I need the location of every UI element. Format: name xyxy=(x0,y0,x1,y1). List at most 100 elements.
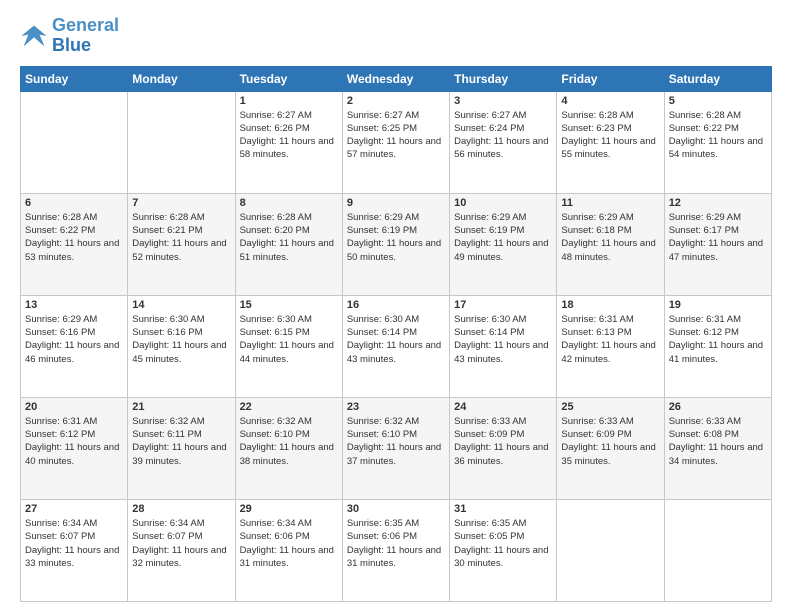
day-number: 26 xyxy=(669,401,767,413)
day-number: 30 xyxy=(347,503,445,515)
day-number: 22 xyxy=(240,401,338,413)
day-cell: 12 Sunrise: 6:29 AM Sunset: 6:17 PM Dayli… xyxy=(664,193,771,295)
day-number: 12 xyxy=(669,197,767,209)
day-cell: 13 Sunrise: 6:29 AM Sunset: 6:16 PM Dayli… xyxy=(21,295,128,397)
day-cell: 7 Sunrise: 6:28 AM Sunset: 6:21 PM Daylig… xyxy=(128,193,235,295)
day-number: 19 xyxy=(669,299,767,311)
day-number: 27 xyxy=(25,503,123,515)
day-cell: 2Sunrise: 6:27 AM Sunset: 6:25 PM Daylig… xyxy=(342,91,449,193)
week-row-1: 1 Sunrise: 6:27 AM Sunset: 6:26 PM Daylig… xyxy=(21,91,772,193)
logo-icon xyxy=(20,22,48,50)
day-info: Sunrise: 6:27 AM Sunset: 6:24 PM Dayligh… xyxy=(454,109,552,162)
day-cell: 22 Sunrise: 6:32 AM Sunset: 6:10 PM Dayli… xyxy=(235,397,342,499)
day-cell: 19 Sunrise: 6:31 AM Sunset: 6:12 PM Dayli… xyxy=(664,295,771,397)
weekday-header-sunday: Sunday xyxy=(21,66,128,91)
day-cell: 8Sunrise: 6:28 AM Sunset: 6:20 PM Daylig… xyxy=(235,193,342,295)
day-cell: 10 Sunrise: 6:29 AM Sunset: 6:19 PM Dayli… xyxy=(450,193,557,295)
day-info: Sunrise: 6:29 AM Sunset: 6:18 PM Dayligh… xyxy=(561,211,659,264)
day-cell: 25 Sunrise: 6:33 AM Sunset: 6:09 PM Dayli… xyxy=(557,397,664,499)
day-info: Sunrise: 6:31 AM Sunset: 6:12 PM Dayligh… xyxy=(669,313,767,366)
page: General Blue SundayMondayTuesdayWednesda… xyxy=(0,0,792,612)
day-info: Sunrise: 6:34 AM Sunset: 6:07 PM Dayligh… xyxy=(25,517,123,570)
weekday-header-friday: Friday xyxy=(557,66,664,91)
day-number: 11 xyxy=(561,197,659,209)
day-number: 29 xyxy=(240,503,338,515)
day-number: 5 xyxy=(669,95,767,107)
day-number: 16 xyxy=(347,299,445,311)
day-info: Sunrise: 6:27 AM Sunset: 6:26 PM Dayligh… xyxy=(240,109,338,162)
day-info: Sunrise: 6:30 AM Sunset: 6:14 PM Dayligh… xyxy=(454,313,552,366)
day-number: 31 xyxy=(454,503,552,515)
day-number: 20 xyxy=(25,401,123,413)
logo-text: General Blue xyxy=(52,16,119,56)
day-number: 28 xyxy=(132,503,230,515)
day-info: Sunrise: 6:30 AM Sunset: 6:14 PM Dayligh… xyxy=(347,313,445,366)
week-row-2: 6 Sunrise: 6:28 AM Sunset: 6:22 PM Daylig… xyxy=(21,193,772,295)
day-cell xyxy=(664,499,771,601)
day-info: Sunrise: 6:32 AM Sunset: 6:11 PM Dayligh… xyxy=(132,415,230,468)
day-number: 1 xyxy=(240,95,338,107)
day-cell: 24Sunrise: 6:33 AM Sunset: 6:09 PM Dayli… xyxy=(450,397,557,499)
day-number: 9 xyxy=(347,197,445,209)
day-info: Sunrise: 6:29 AM Sunset: 6:17 PM Dayligh… xyxy=(669,211,767,264)
day-number: 13 xyxy=(25,299,123,311)
day-info: Sunrise: 6:31 AM Sunset: 6:12 PM Dayligh… xyxy=(25,415,123,468)
day-info: Sunrise: 6:31 AM Sunset: 6:13 PM Dayligh… xyxy=(561,313,659,366)
day-cell: 29Sunrise: 6:34 AM Sunset: 6:06 PM Dayli… xyxy=(235,499,342,601)
day-info: Sunrise: 6:29 AM Sunset: 6:19 PM Dayligh… xyxy=(347,211,445,264)
calendar: SundayMondayTuesdayWednesdayThursdayFrid… xyxy=(20,66,772,602)
day-number: 10 xyxy=(454,197,552,209)
logo: General Blue xyxy=(20,16,119,56)
day-info: Sunrise: 6:35 AM Sunset: 6:06 PM Dayligh… xyxy=(347,517,445,570)
day-info: Sunrise: 6:28 AM Sunset: 6:22 PM Dayligh… xyxy=(669,109,767,162)
day-info: Sunrise: 6:30 AM Sunset: 6:15 PM Dayligh… xyxy=(240,313,338,366)
weekday-header-saturday: Saturday xyxy=(664,66,771,91)
weekday-header-thursday: Thursday xyxy=(450,66,557,91)
day-number: 3 xyxy=(454,95,552,107)
day-number: 7 xyxy=(132,197,230,209)
day-number: 18 xyxy=(561,299,659,311)
day-cell: 5 Sunrise: 6:28 AM Sunset: 6:22 PM Daylig… xyxy=(664,91,771,193)
day-cell: 21 Sunrise: 6:32 AM Sunset: 6:11 PM Dayli… xyxy=(128,397,235,499)
header: General Blue xyxy=(20,16,772,56)
day-number: 17 xyxy=(454,299,552,311)
day-cell: 26 Sunrise: 6:33 AM Sunset: 6:08 PM Dayli… xyxy=(664,397,771,499)
day-info: Sunrise: 6:33 AM Sunset: 6:09 PM Dayligh… xyxy=(454,415,552,468)
day-info: Sunrise: 6:32 AM Sunset: 6:10 PM Dayligh… xyxy=(347,415,445,468)
day-info: Sunrise: 6:28 AM Sunset: 6:21 PM Dayligh… xyxy=(132,211,230,264)
week-row-3: 13 Sunrise: 6:29 AM Sunset: 6:16 PM Dayli… xyxy=(21,295,772,397)
day-info: Sunrise: 6:33 AM Sunset: 6:08 PM Dayligh… xyxy=(669,415,767,468)
weekday-header-wednesday: Wednesday xyxy=(342,66,449,91)
day-cell: 18 Sunrise: 6:31 AM Sunset: 6:13 PM Dayli… xyxy=(557,295,664,397)
day-cell: 15 Sunrise: 6:30 AM Sunset: 6:15 PM Dayli… xyxy=(235,295,342,397)
day-cell xyxy=(21,91,128,193)
day-number: 6 xyxy=(25,197,123,209)
day-cell: 11 Sunrise: 6:29 AM Sunset: 6:18 PM Dayli… xyxy=(557,193,664,295)
day-number: 23 xyxy=(347,401,445,413)
day-number: 15 xyxy=(240,299,338,311)
day-info: Sunrise: 6:33 AM Sunset: 6:09 PM Dayligh… xyxy=(561,415,659,468)
day-info: Sunrise: 6:28 AM Sunset: 6:22 PM Dayligh… xyxy=(25,211,123,264)
day-cell: 17 Sunrise: 6:30 AM Sunset: 6:14 PM Dayli… xyxy=(450,295,557,397)
day-cell: 6 Sunrise: 6:28 AM Sunset: 6:22 PM Daylig… xyxy=(21,193,128,295)
day-info: Sunrise: 6:29 AM Sunset: 6:16 PM Dayligh… xyxy=(25,313,123,366)
weekday-header-tuesday: Tuesday xyxy=(235,66,342,91)
day-cell: 3 Sunrise: 6:27 AM Sunset: 6:24 PM Daylig… xyxy=(450,91,557,193)
week-row-5: 27 Sunrise: 6:34 AM Sunset: 6:07 PM Dayli… xyxy=(21,499,772,601)
day-cell: 16 Sunrise: 6:30 AM Sunset: 6:14 PM Dayli… xyxy=(342,295,449,397)
day-cell: 28 Sunrise: 6:34 AM Sunset: 6:07 PM Dayli… xyxy=(128,499,235,601)
day-info: Sunrise: 6:28 AM Sunset: 6:20 PM Dayligh… xyxy=(240,211,338,264)
day-number: 25 xyxy=(561,401,659,413)
day-info: Sunrise: 6:34 AM Sunset: 6:07 PM Dayligh… xyxy=(132,517,230,570)
day-cell xyxy=(128,91,235,193)
day-info: Sunrise: 6:35 AM Sunset: 6:05 PM Dayligh… xyxy=(454,517,552,570)
day-cell: 23 Sunrise: 6:32 AM Sunset: 6:10 PM Dayli… xyxy=(342,397,449,499)
day-number: 4 xyxy=(561,95,659,107)
day-info: Sunrise: 6:32 AM Sunset: 6:10 PM Dayligh… xyxy=(240,415,338,468)
weekday-header-monday: Monday xyxy=(128,66,235,91)
day-cell: 4Sunrise: 6:28 AM Sunset: 6:23 PM Daylig… xyxy=(557,91,664,193)
day-info: Sunrise: 6:29 AM Sunset: 6:19 PM Dayligh… xyxy=(454,211,552,264)
day-number: 21 xyxy=(132,401,230,413)
weekday-header-row: SundayMondayTuesdayWednesdayThursdayFrid… xyxy=(21,66,772,91)
day-cell: 9 Sunrise: 6:29 AM Sunset: 6:19 PM Daylig… xyxy=(342,193,449,295)
